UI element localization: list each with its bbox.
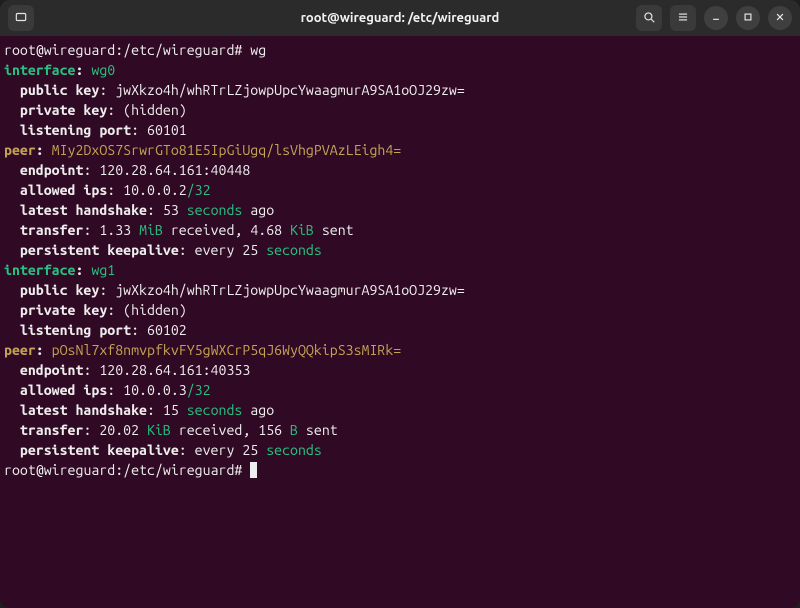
search-icon	[642, 10, 656, 27]
wg-label-keepalive: persistent keepalive	[20, 442, 179, 458]
wg-label-public-key: public key	[20, 82, 99, 98]
wg-label-transfer: transfer	[20, 422, 84, 438]
wg-public-key: jwXkzo4h/whRTrLZjowpUpcYwaagmurA9SA1oOJ2…	[115, 282, 465, 298]
wg-peer-header: peer: MIy2DxOS7SrwrGTo81E5IpGiUgq/lsVhgP…	[4, 140, 796, 160]
close-button[interactable]	[768, 6, 792, 30]
wg-transfer-tx-n: 4.68	[250, 222, 290, 238]
wg-seconds: seconds	[187, 202, 243, 218]
wg-endpoint: 120.28.64.161:40353	[99, 362, 250, 378]
minimize-icon	[709, 10, 723, 27]
wg-label-allowed-ips: allowed ips	[20, 382, 107, 398]
terminal-window: root@wireguard: /etc/wireguard	[0, 0, 800, 608]
wg-public-key-line: public key: jwXkzo4h/whRTrLZjowpUpcYwaag…	[4, 80, 796, 100]
wg-private-key-line: private key: (hidden)	[4, 300, 796, 320]
wg-label-private-key: private key	[20, 302, 107, 318]
wg-label-transfer: transfer	[20, 222, 84, 238]
wg-endpoint-line: endpoint: 120.28.64.161:40353	[4, 360, 796, 380]
wg-interface-header: interface: wg1	[4, 260, 796, 280]
wg-label-interface: interface	[4, 62, 76, 78]
wg-endpoint: 120.28.64.161:40448	[99, 162, 250, 178]
wg-private-key: (hidden)	[123, 302, 187, 318]
wg-label-peer: peer	[4, 142, 36, 158]
wg-label-endpoint: endpoint	[20, 162, 84, 178]
wg-label-handshake: latest handshake	[20, 202, 147, 218]
wg-private-key: (hidden)	[123, 102, 187, 118]
wg-handshake-n: 53	[163, 202, 187, 218]
typed-command: wg	[250, 42, 266, 58]
close-icon	[773, 10, 787, 27]
prompt: root@wireguard:/etc/wireguard#	[4, 462, 250, 478]
search-button[interactable]	[636, 5, 662, 31]
wg-allowed-ip: 10.0.0.2	[123, 182, 187, 198]
wg-label-peer: peer	[4, 342, 36, 358]
wg-transfer-rx-unit: MiB	[139, 222, 163, 238]
wg-listening-port: 60102	[147, 322, 187, 338]
maximize-icon	[741, 10, 755, 27]
wg-label-listening-port: listening port	[20, 122, 131, 138]
wg-label-listening-port: listening port	[20, 322, 131, 338]
minimize-button[interactable]	[704, 6, 728, 30]
wg-allowed-ip-mask: /32	[187, 182, 211, 198]
wg-handshake-line: latest handshake: 15 seconds ago	[4, 400, 796, 420]
wg-allowed-ip: 10.0.0.3	[123, 382, 187, 398]
wg-label-endpoint: endpoint	[20, 362, 84, 378]
maximize-button[interactable]	[736, 6, 760, 30]
terminal-viewport[interactable]: root@wireguard:/etc/wireguard# wginterfa…	[0, 36, 800, 608]
cursor	[250, 462, 257, 478]
wg-public-key-line: public key: jwXkzo4h/whRTrLZjowpUpcYwaag…	[4, 280, 796, 300]
wg-allowed-ip-mask: /32	[187, 382, 211, 398]
wg-transfer-tx-unit: B	[290, 422, 298, 438]
wg-handshake-line: latest handshake: 53 seconds ago	[4, 200, 796, 220]
wg-label-handshake: latest handshake	[20, 402, 147, 418]
wg-listening-port-line: listening port: 60102	[4, 320, 796, 340]
wg-label-keepalive: persistent keepalive	[20, 242, 179, 258]
wg-allowed-ips-line: allowed ips: 10.0.0.2/32	[4, 180, 796, 200]
wg-endpoint-line: endpoint: 120.28.64.161:40448	[4, 160, 796, 180]
terminal-prompt-line: root@wireguard:/etc/wireguard#	[4, 460, 796, 480]
wg-keepalive-n: 25	[242, 442, 266, 458]
menu-button[interactable]	[670, 5, 696, 31]
wg-transfer-rx-n: 20.02	[99, 422, 147, 438]
hamburger-icon	[676, 10, 690, 27]
wg-interface-name: wg0	[91, 62, 115, 78]
wg-public-key: jwXkzo4h/whRTrLZjowpUpcYwaagmurA9SA1oOJ2…	[115, 82, 465, 98]
wg-allowed-ips-line: allowed ips: 10.0.0.3/32	[4, 380, 796, 400]
wg-listening-port-line: listening port: 60101	[4, 120, 796, 140]
wg-label-interface: interface	[4, 262, 76, 278]
wg-transfer-tx-unit: KiB	[290, 222, 314, 238]
titlebar: root@wireguard: /etc/wireguard	[0, 0, 800, 36]
wg-private-key-line: private key: (hidden)	[4, 100, 796, 120]
terminal-prompt-line: root@wireguard:/etc/wireguard# wg	[4, 40, 796, 60]
new-tab-button[interactable]	[8, 5, 34, 31]
wg-keepalive-line: persistent keepalive: every 25 seconds	[4, 440, 796, 460]
wg-seconds: seconds	[187, 402, 243, 418]
wg-label-public-key: public key	[20, 282, 99, 298]
wg-transfer-rx-unit: KiB	[147, 422, 171, 438]
wg-seconds: seconds	[266, 442, 322, 458]
wg-interface-header: interface: wg0	[4, 60, 796, 80]
wg-keepalive-n: 25	[242, 242, 266, 258]
wg-transfer-line: transfer: 20.02 KiB received, 156 B sent	[4, 420, 796, 440]
wg-peer-key: pOsNl7xf8nmvpfkvFY5gWXCrP5qJ6WyQQkipS3sM…	[52, 342, 402, 358]
wg-listening-port: 60101	[147, 122, 187, 138]
wg-keepalive-line: persistent keepalive: every 25 seconds	[4, 240, 796, 260]
wg-handshake-n: 15	[163, 402, 187, 418]
wg-transfer-tx-n: 156	[258, 422, 290, 438]
wg-transfer-line: transfer: 1.33 MiB received, 4.68 KiB se…	[4, 220, 796, 240]
new-tab-icon	[14, 10, 28, 27]
wg-label-allowed-ips: allowed ips	[20, 182, 107, 198]
wg-transfer-rx-n: 1.33	[99, 222, 139, 238]
wg-seconds: seconds	[266, 242, 322, 258]
wg-peer-key: MIy2DxOS7SrwrGTo81E5IpGiUgq/lsVhgPVAzLEi…	[52, 142, 402, 158]
wg-label-private-key: private key	[20, 102, 107, 118]
wg-peer-header: peer: pOsNl7xf8nmvpfkvFY5gWXCrP5qJ6WyQQk…	[4, 340, 796, 360]
prompt: root@wireguard:/etc/wireguard#	[4, 42, 250, 58]
wg-interface-name: wg1	[91, 262, 115, 278]
